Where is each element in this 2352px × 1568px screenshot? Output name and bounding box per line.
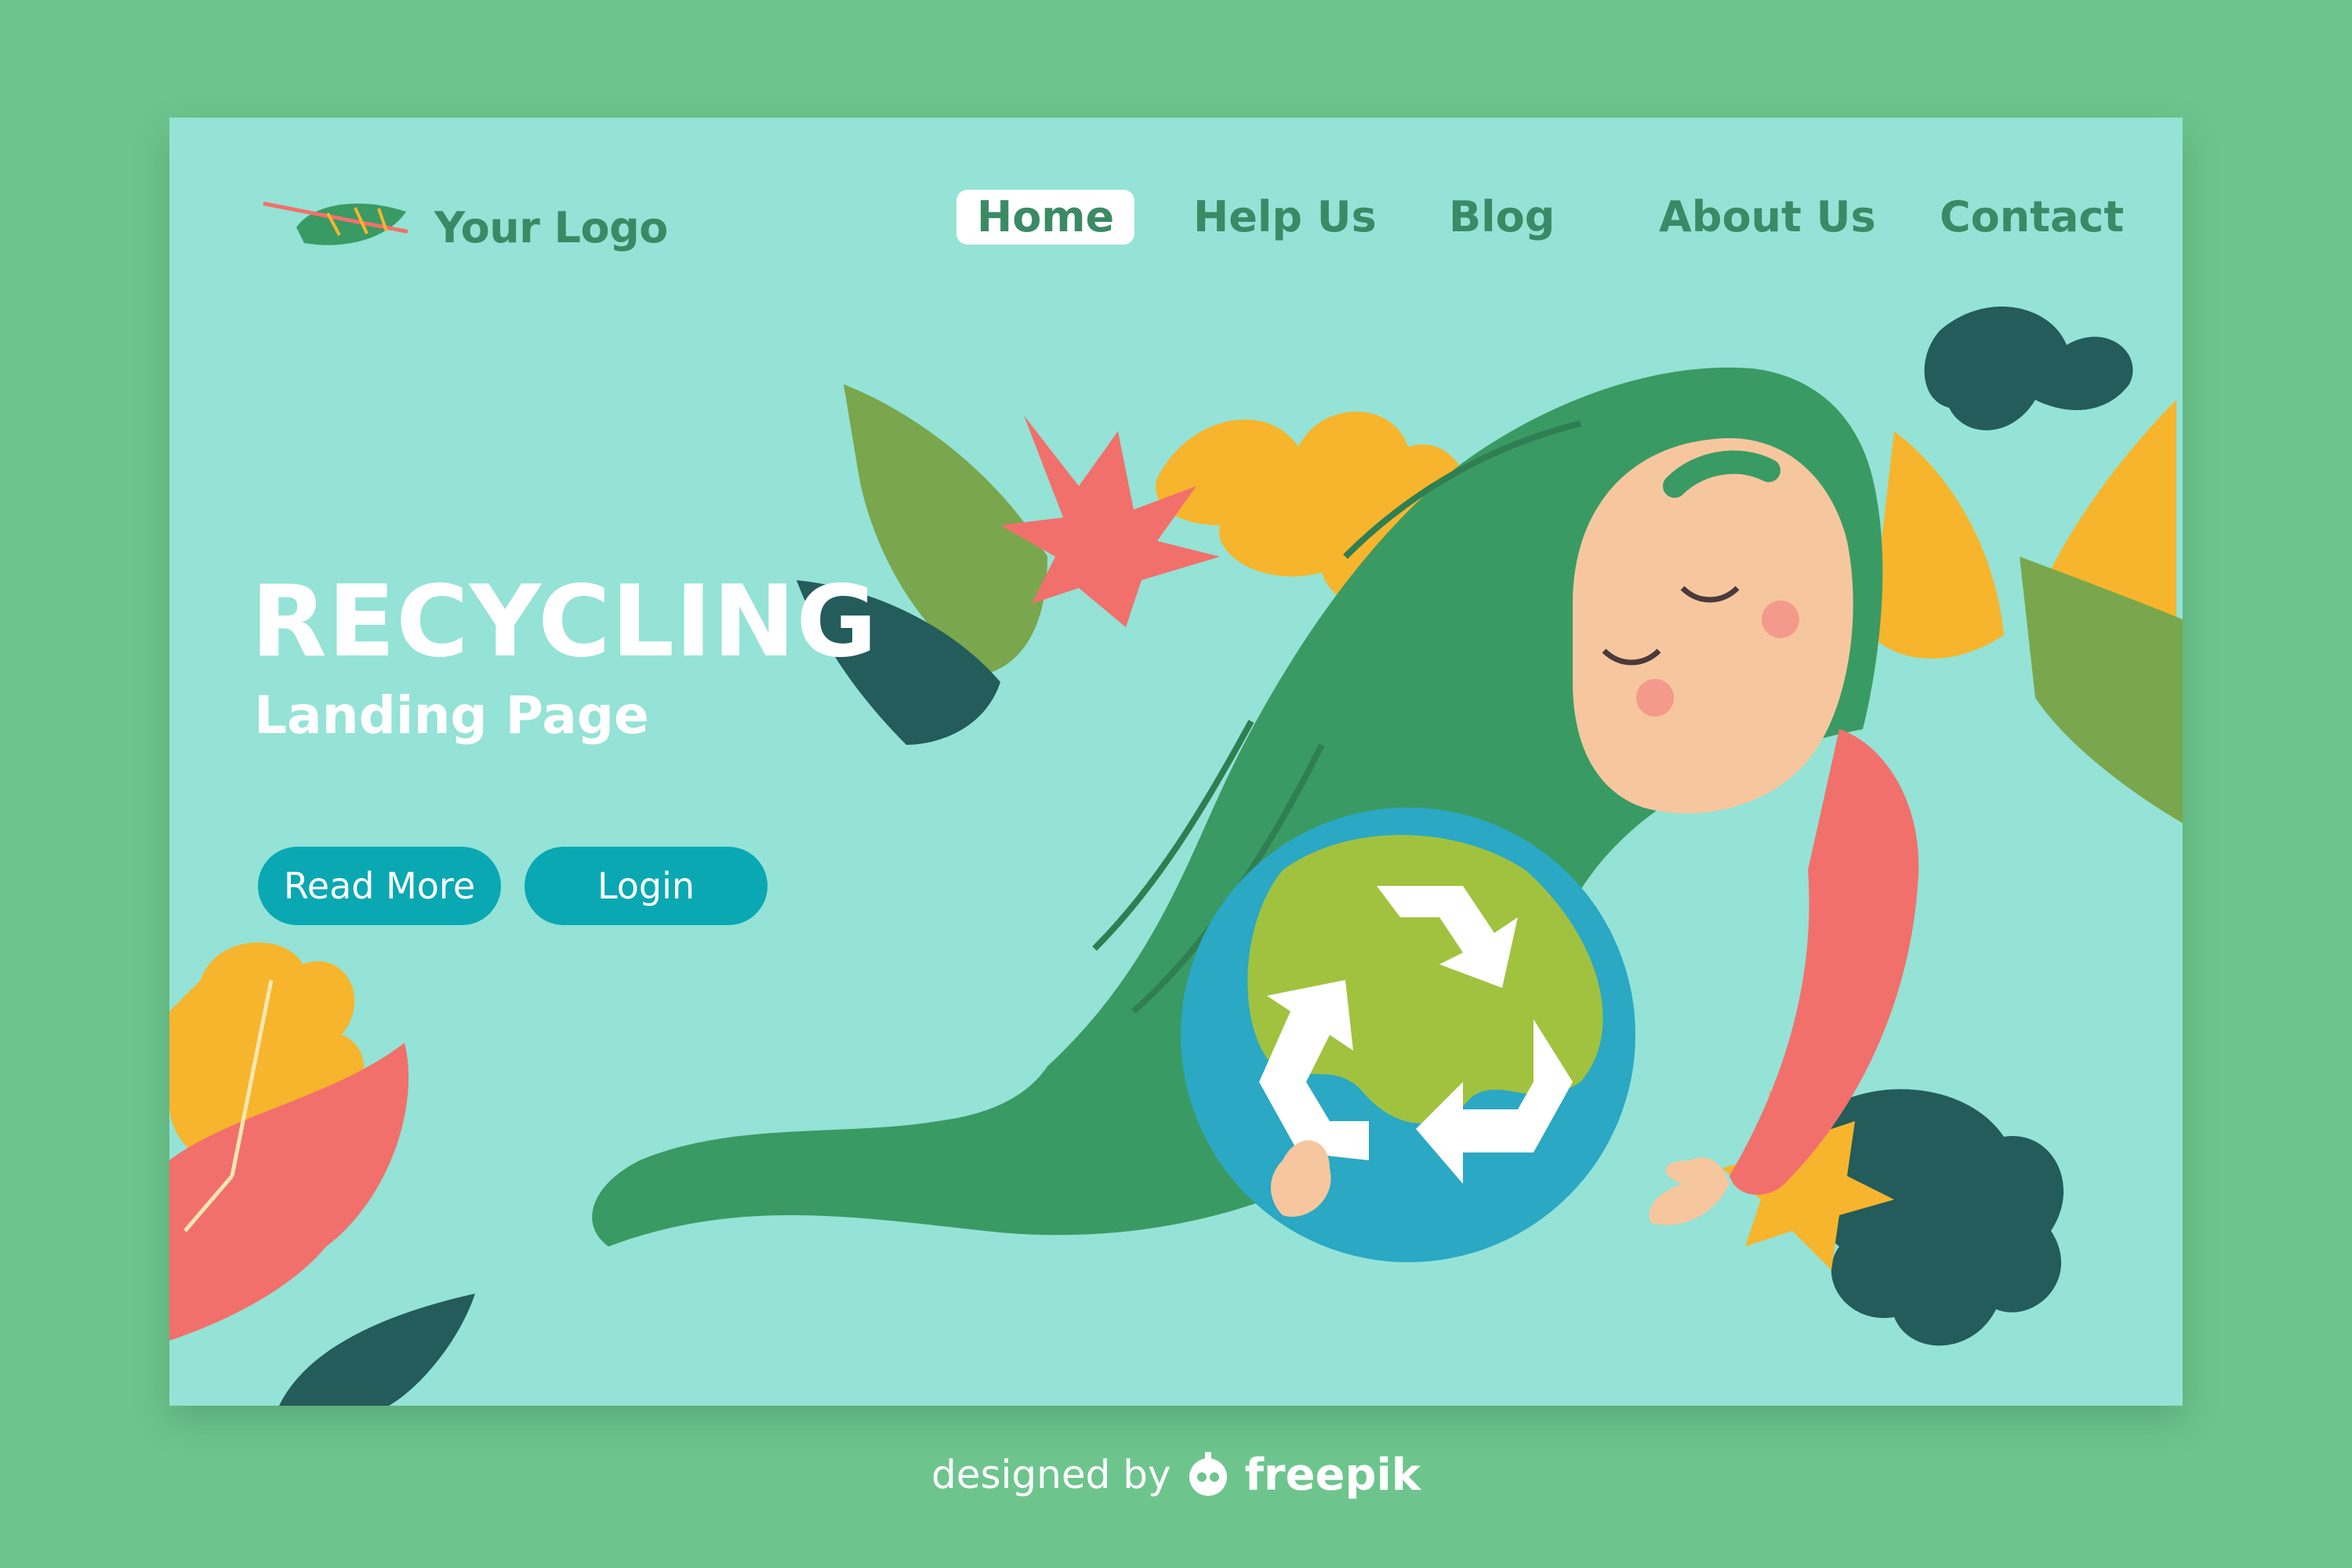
read-more-button[interactable]: Read More <box>258 847 501 925</box>
landing-card: Your Logo Home Help Us Blog About Us Con… <box>169 118 2183 1406</box>
leaf-logo-icon <box>263 201 408 245</box>
footer-credit: designed by freepik <box>0 1449 2352 1501</box>
nav-about-us[interactable]: About Us <box>1659 190 1876 245</box>
nav-blog[interactable]: Blog <box>1449 190 1555 245</box>
login-button[interactable]: Login <box>524 847 768 925</box>
nav-contact[interactable]: Contact <box>1940 190 2124 245</box>
hero-subtitle: Landing Page <box>254 685 649 746</box>
hero-title: RECYCLING <box>251 564 878 679</box>
logo-text: Your Logo <box>434 202 668 252</box>
freepik-brand[interactable]: freepik <box>1245 1450 1421 1501</box>
freepik-robot-icon <box>1189 1452 1227 1496</box>
recycling-girl-illustration <box>169 307 2183 1406</box>
logo[interactable]: Your Logo <box>257 182 668 273</box>
designed-by-text: designed by <box>931 1452 1171 1497</box>
nav-help-us[interactable]: Help Us <box>1193 190 1377 245</box>
nav-home[interactable]: Home <box>956 190 1135 245</box>
